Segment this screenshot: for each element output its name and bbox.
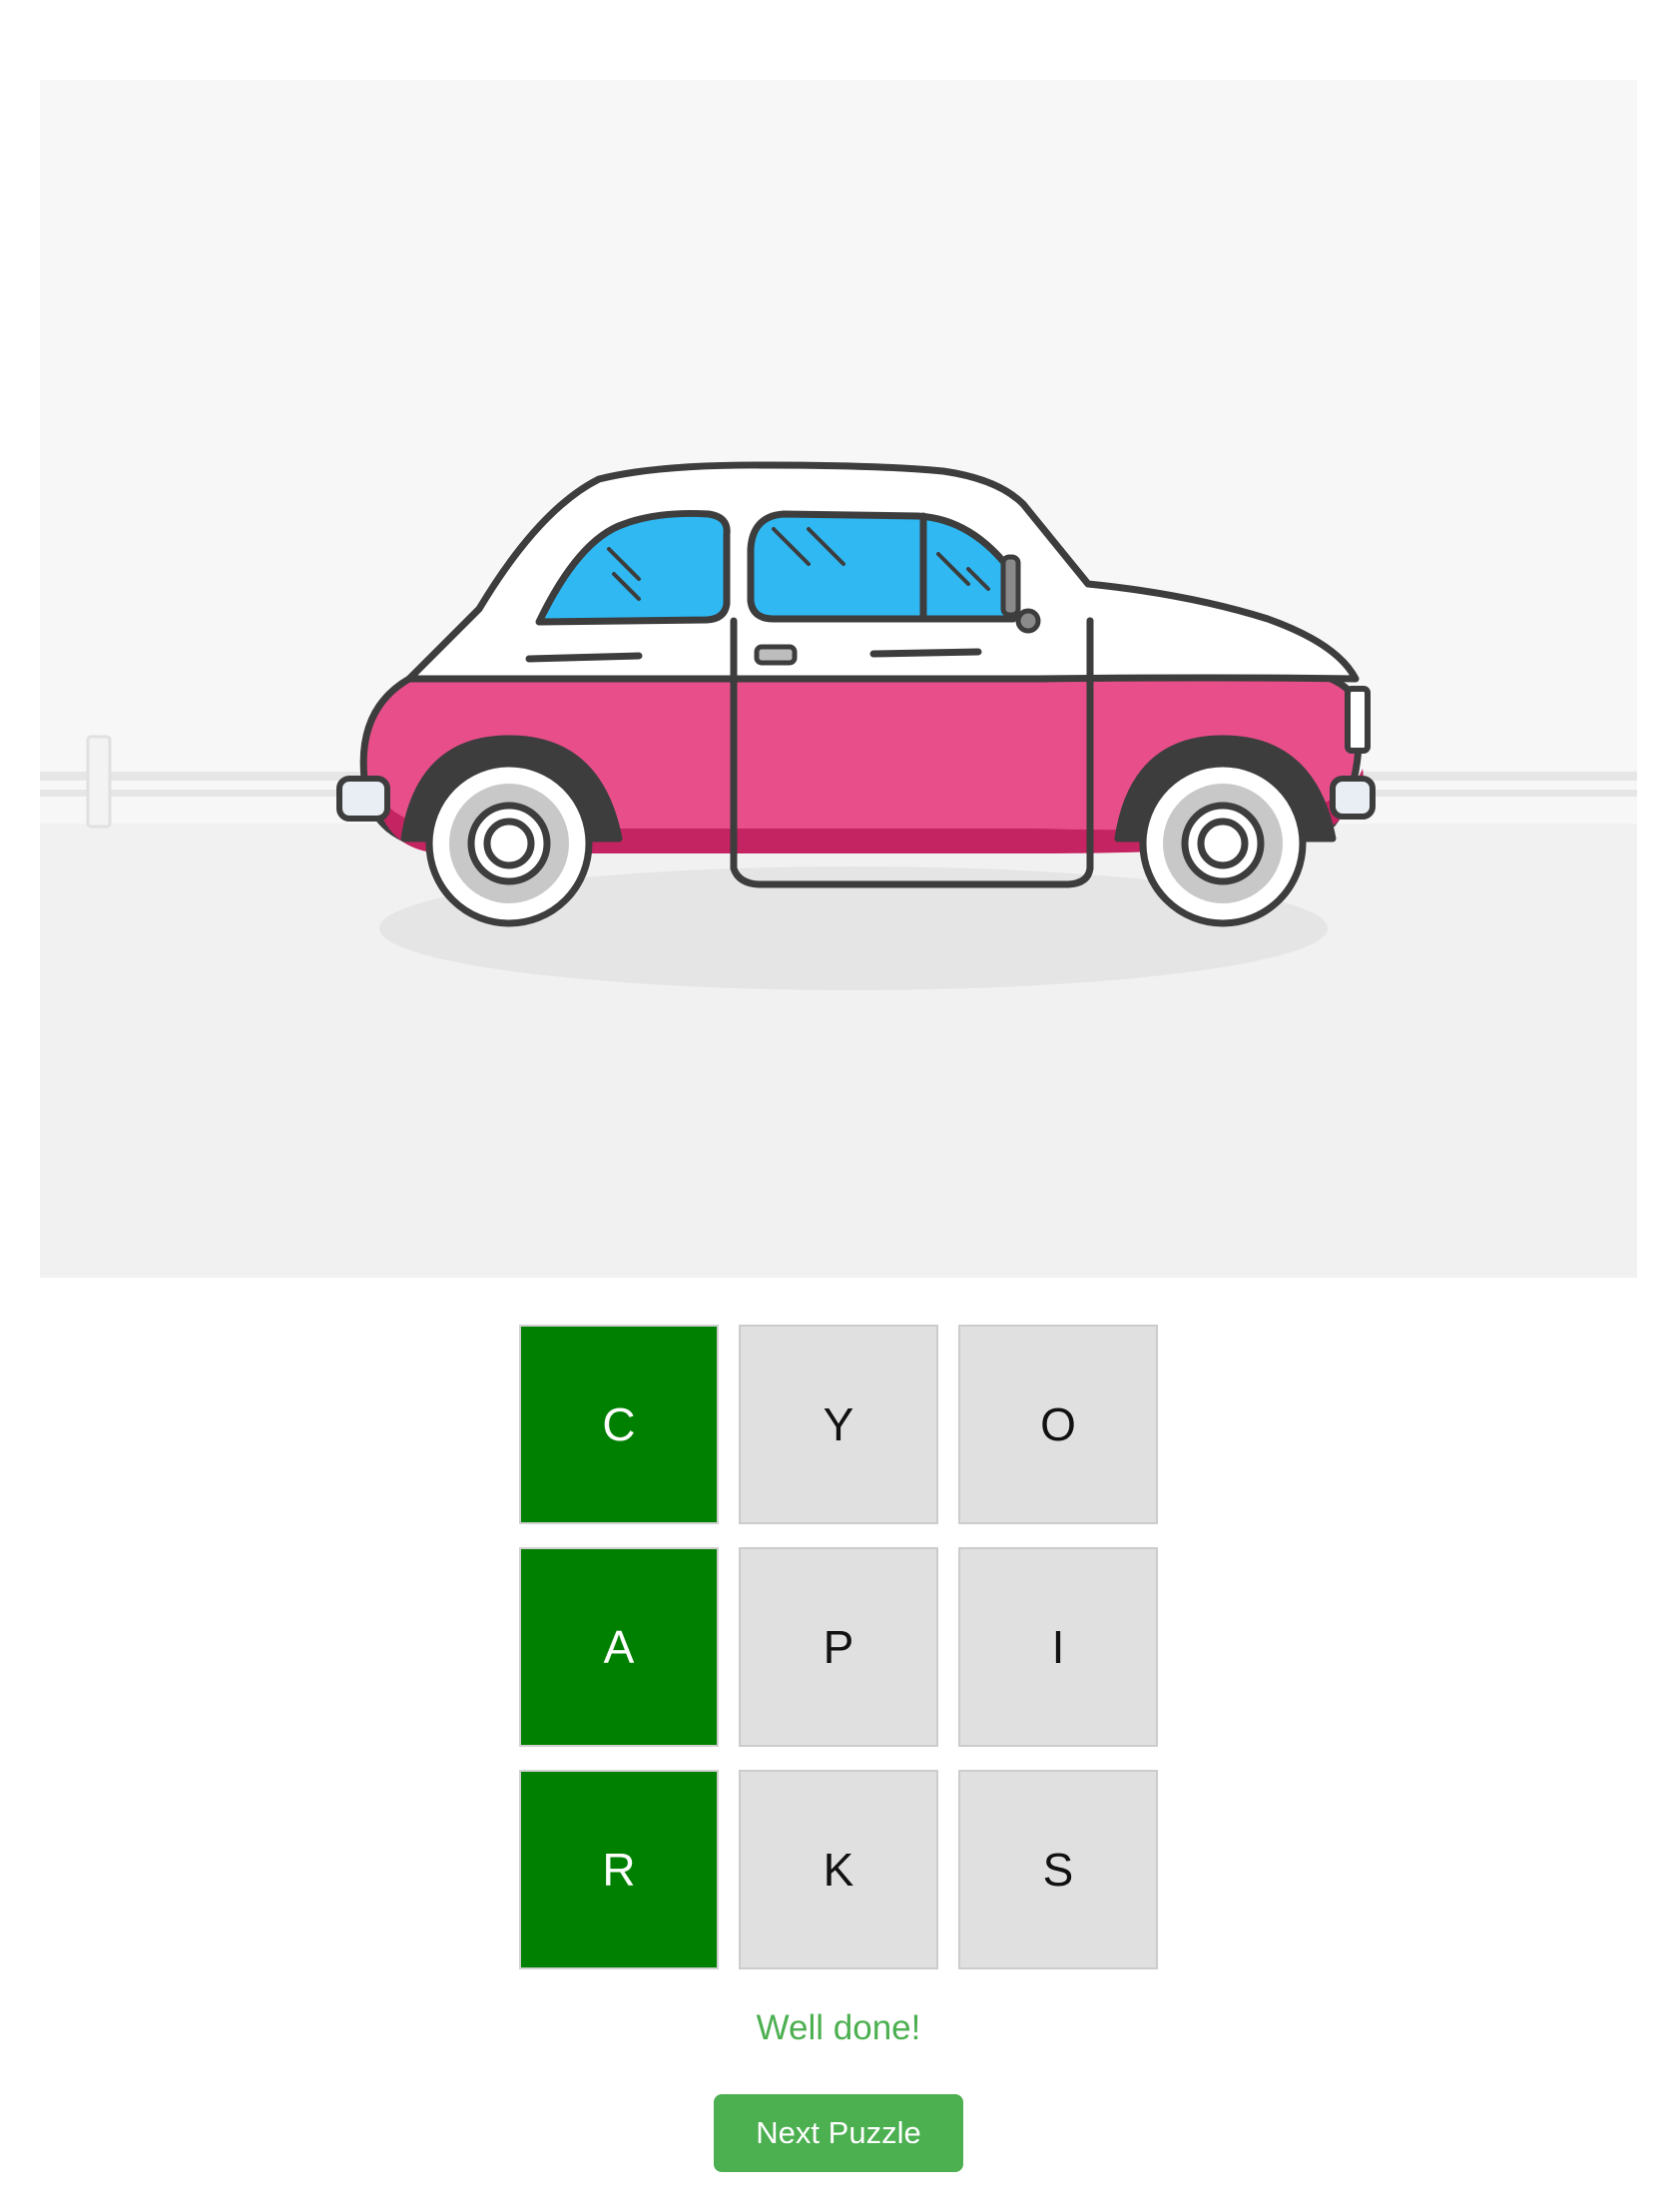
puzzle-image: [40, 80, 1637, 1278]
letter-tile[interactable]: P: [739, 1547, 938, 1747]
letter-tile[interactable]: K: [739, 1770, 938, 1969]
letter-tile[interactable]: R: [519, 1770, 719, 1969]
letter-grid: C Y O A P I R K S: [519, 1325, 1162, 1973]
car-illustration: [40, 461, 1637, 1278]
letter-tile[interactable]: Y: [739, 1325, 938, 1524]
success-message: Well done!: [756, 2008, 921, 2047]
letter-tile[interactable]: I: [958, 1547, 1158, 1747]
next-puzzle-button[interactable]: Next Puzzle: [714, 2094, 963, 2172]
letter-tile[interactable]: A: [519, 1547, 719, 1747]
letter-tile[interactable]: O: [958, 1325, 1158, 1524]
letter-tile[interactable]: S: [958, 1770, 1158, 1969]
letter-tile[interactable]: C: [519, 1325, 719, 1524]
